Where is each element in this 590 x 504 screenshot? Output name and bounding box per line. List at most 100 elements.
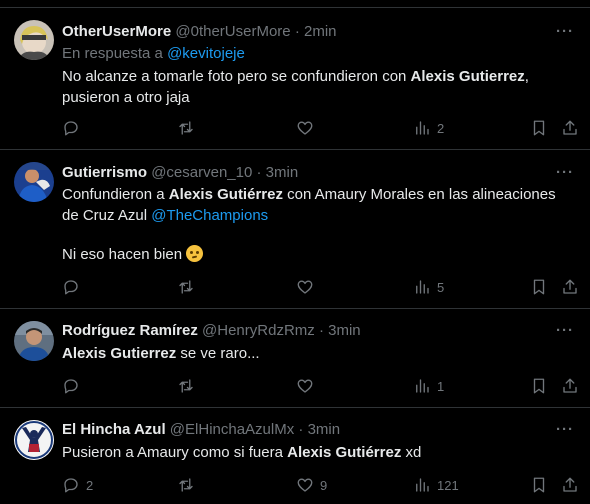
avatar[interactable] bbox=[14, 162, 54, 202]
share-icon bbox=[563, 120, 577, 135]
more-options-icon[interactable]: ··· bbox=[556, 24, 574, 39]
reply-icon bbox=[64, 280, 78, 295]
bookmark-button[interactable] bbox=[530, 475, 548, 495]
top-divider bbox=[0, 0, 590, 8]
share-button[interactable] bbox=[561, 376, 579, 396]
views-button[interactable]: 5 bbox=[413, 277, 444, 297]
tweet-text: Ni eso hacen bien bbox=[62, 244, 572, 265]
analytics-icon bbox=[416, 379, 429, 393]
tweet-actions: 2 bbox=[0, 118, 590, 138]
like-button[interactable] bbox=[296, 118, 320, 138]
user-handle[interactable]: @0therUserMore bbox=[175, 23, 290, 40]
more-options-icon[interactable]: ··· bbox=[556, 165, 574, 180]
views-count: 1 bbox=[437, 378, 445, 394]
retweet-button[interactable] bbox=[177, 277, 201, 297]
avatar[interactable] bbox=[14, 321, 54, 361]
reply-button[interactable]: 2 bbox=[62, 475, 93, 495]
avatar[interactable] bbox=[14, 20, 54, 60]
tweet[interactable]: Gutierrismo @cesarven_10 · 3min ··· Conf… bbox=[0, 150, 590, 309]
heart-icon bbox=[297, 478, 313, 492]
highlighted-term: Alexis Gutierrez bbox=[62, 345, 177, 362]
user-handle[interactable]: @cesarven_10 bbox=[151, 164, 252, 181]
more-options-icon[interactable]: ··· bbox=[556, 422, 574, 437]
separator: · bbox=[256, 164, 262, 181]
like-count: 9 bbox=[320, 477, 328, 493]
separator: · bbox=[294, 23, 300, 40]
highlighted-term: Alexis Gutiérrez bbox=[287, 444, 402, 461]
heart-icon bbox=[297, 379, 313, 393]
display-name[interactable]: El Hincha Azul bbox=[62, 421, 166, 438]
bookmark-button[interactable] bbox=[530, 277, 548, 297]
heart-icon bbox=[297, 121, 313, 135]
user-handle[interactable]: @HenryRdzRmz bbox=[202, 322, 315, 339]
share-button[interactable] bbox=[561, 118, 579, 138]
share-button[interactable] bbox=[561, 277, 579, 297]
like-button[interactable] bbox=[296, 376, 320, 396]
reply-button[interactable] bbox=[62, 118, 86, 138]
reply-prefix: En respuesta a bbox=[62, 45, 168, 62]
views-button[interactable]: 1 bbox=[413, 376, 444, 396]
tweet[interactable]: OtherUserMore @0therUserMore · 2min ··· … bbox=[0, 8, 590, 150]
bookmark-icon bbox=[533, 378, 545, 394]
display-name[interactable]: OtherUserMore bbox=[62, 23, 171, 40]
share-button[interactable] bbox=[561, 475, 579, 495]
views-count: 2 bbox=[437, 120, 445, 136]
tweet-text: Alexis Gutierrez se ve raro... bbox=[62, 343, 572, 364]
views-count: 121 bbox=[437, 477, 459, 493]
views-count: 5 bbox=[437, 279, 445, 295]
separator: · bbox=[298, 421, 304, 438]
retweet-button[interactable] bbox=[177, 376, 201, 396]
tweet-header: OtherUserMore @0therUserMore · 2min bbox=[62, 22, 337, 42]
tweet-header: Gutierrismo @cesarven_10 · 3min bbox=[62, 163, 298, 183]
tweet-text-part: de Cruz Azul bbox=[62, 207, 152, 224]
analytics-icon bbox=[416, 121, 429, 135]
bookmark-button[interactable] bbox=[530, 118, 548, 138]
reply-icon bbox=[64, 478, 78, 493]
timestamp[interactable]: 3min bbox=[308, 421, 341, 438]
reply-icon bbox=[64, 121, 78, 136]
tweet-text: Confundieron a Alexis Gutiérrez con Amau… bbox=[62, 184, 572, 226]
retweet-button[interactable] bbox=[177, 118, 201, 138]
reply-count: 2 bbox=[86, 477, 94, 493]
tweet-header: Rodríguez Ramírez @HenryRdzRmz · 3min bbox=[62, 321, 361, 341]
tweet-text-part: Pusieron a Amaury como si fuera bbox=[62, 444, 288, 461]
highlighted-term: Alexis Gutiérrez bbox=[168, 186, 283, 203]
display-name[interactable]: Rodríguez Ramírez bbox=[62, 322, 198, 339]
tweet[interactable]: El Hincha Azul @ElHinchaAzulMx · 3min ··… bbox=[0, 408, 590, 504]
reply-context: En respuesta a @kevitojeje bbox=[62, 44, 245, 64]
tweet-actions: 5 bbox=[0, 277, 590, 297]
timestamp[interactable]: 2min bbox=[304, 23, 337, 40]
tweet-text-part: se ve raro... bbox=[176, 345, 260, 362]
heart-icon bbox=[297, 280, 313, 294]
tweet-text-part: No alcanze a tomarle foto pero se confun… bbox=[62, 68, 411, 85]
timestamp[interactable]: 3min bbox=[328, 322, 361, 339]
tweet-text-part: Ni eso hacen bien bbox=[62, 246, 187, 263]
user-handle[interactable]: @ElHinchaAzulMx bbox=[170, 421, 294, 438]
reply-to-link[interactable]: @kevitojeje bbox=[167, 45, 245, 62]
retweet-icon bbox=[179, 478, 193, 492]
tweet-text-part: , bbox=[524, 68, 529, 85]
like-button[interactable] bbox=[296, 277, 320, 297]
views-button[interactable]: 2 bbox=[413, 118, 444, 138]
retweet-icon bbox=[179, 379, 193, 393]
views-button[interactable]: 121 bbox=[413, 475, 459, 495]
tweet[interactable]: Rodríguez Ramírez @HenryRdzRmz · 3min ··… bbox=[0, 309, 590, 408]
share-icon bbox=[563, 279, 577, 294]
mention-link[interactable]: @TheChampions bbox=[151, 207, 268, 224]
tweet-text: No alcanze a tomarle foto pero se confun… bbox=[62, 66, 572, 108]
retweet-button[interactable] bbox=[177, 475, 201, 495]
bookmark-icon bbox=[533, 477, 545, 493]
bookmark-button[interactable] bbox=[530, 376, 548, 396]
reply-button[interactable] bbox=[62, 277, 86, 297]
bookmark-icon bbox=[533, 120, 545, 136]
reply-button[interactable] bbox=[62, 376, 86, 396]
more-options-icon[interactable]: ··· bbox=[556, 323, 574, 338]
timestamp[interactable]: 3min bbox=[266, 164, 299, 181]
display-name[interactable]: Gutierrismo bbox=[62, 164, 147, 181]
tweet-actions: 2 9 121 bbox=[0, 475, 590, 495]
like-button[interactable]: 9 bbox=[296, 475, 327, 495]
avatar[interactable] bbox=[14, 420, 54, 460]
tweet-header: El Hincha Azul @ElHinchaAzulMx · 3min bbox=[62, 420, 340, 440]
retweet-icon bbox=[179, 280, 193, 294]
tweet-text: Pusieron a Amaury como si fuera Alexis G… bbox=[62, 442, 572, 463]
